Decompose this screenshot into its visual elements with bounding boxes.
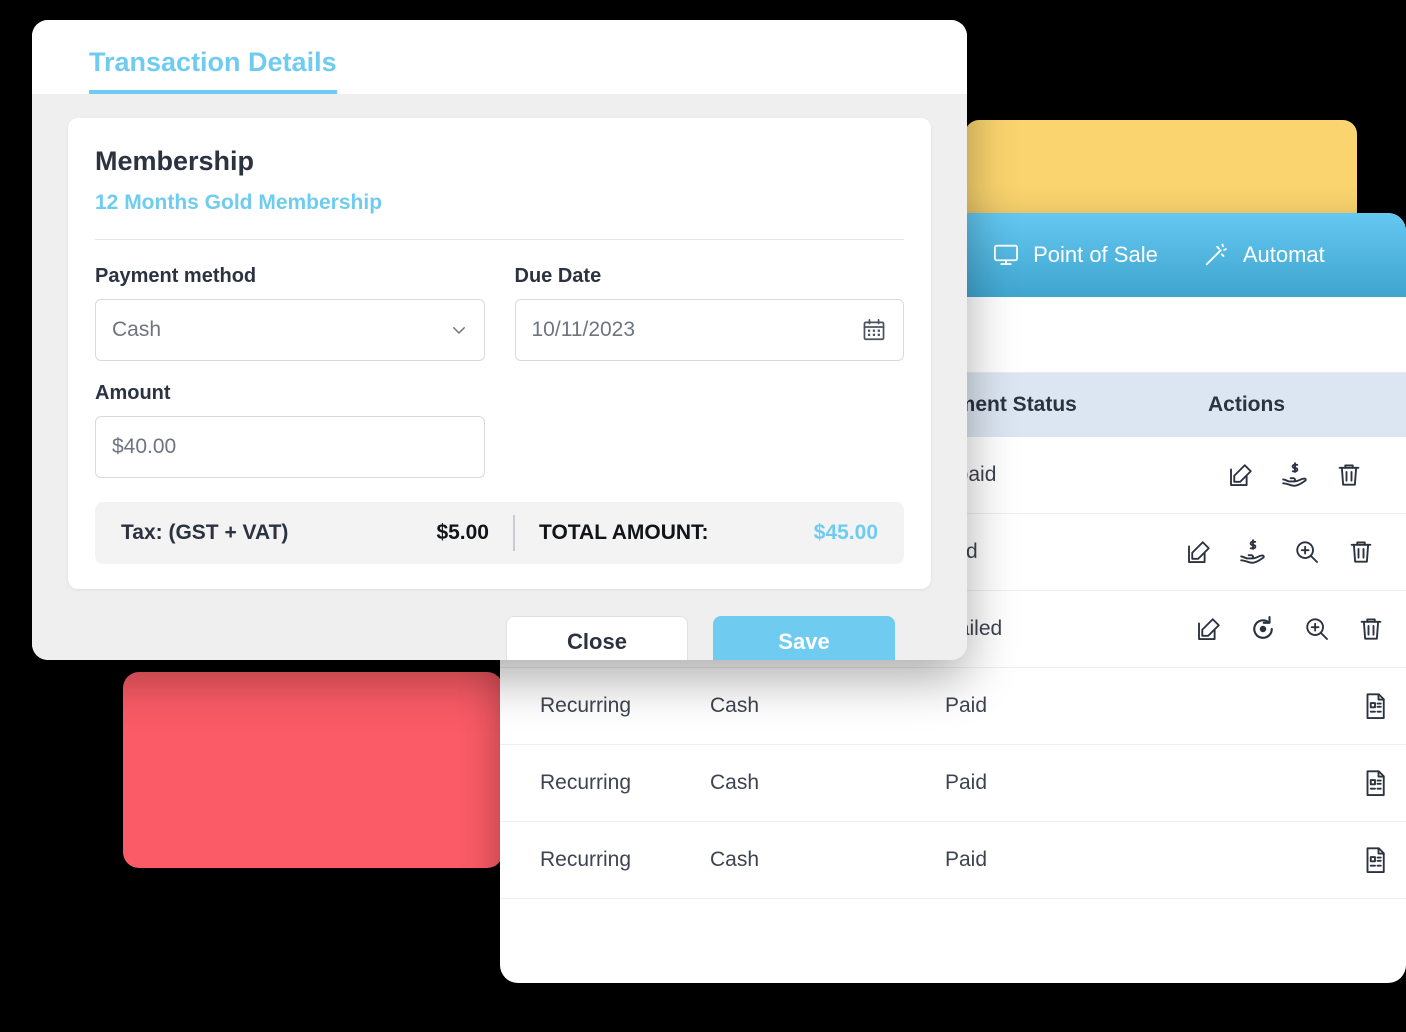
trash-icon[interactable] bbox=[1334, 460, 1364, 490]
decor-card-yellow bbox=[965, 120, 1357, 225]
edit-icon[interactable] bbox=[1184, 537, 1214, 567]
chevron-down-icon bbox=[450, 321, 468, 339]
membership-panel: Membership 12 Months Gold Membership Pay… bbox=[68, 118, 931, 589]
hand-dollar-icon[interactable] bbox=[1280, 460, 1310, 490]
invoice-icon[interactable] bbox=[1360, 845, 1390, 875]
cell-actions bbox=[1180, 614, 1382, 644]
edit-icon[interactable] bbox=[1194, 614, 1224, 644]
invoice-icon[interactable] bbox=[1360, 768, 1390, 798]
panel-heading: Membership bbox=[95, 146, 255, 176]
field-grid-row-1: Payment method Cash Due Date 10/11/2023 bbox=[95, 265, 904, 361]
magic-wand-icon bbox=[1202, 241, 1230, 269]
cell-status: Paid bbox=[945, 771, 988, 794]
edit-icon[interactable] bbox=[1226, 460, 1256, 490]
payment-method-label: Payment method bbox=[95, 265, 257, 287]
cell-method: Cash bbox=[710, 848, 760, 871]
field-due-date: Due Date 10/11/2023 bbox=[514, 265, 904, 361]
tax-value: $5.00 bbox=[436, 521, 489, 544]
decor-card-red bbox=[123, 672, 503, 868]
amount-input[interactable]: $40.00 bbox=[95, 416, 485, 478]
payment-method-select[interactable]: Cash bbox=[95, 299, 485, 361]
panel-subheading[interactable]: 12 Months Gold Membership bbox=[95, 191, 904, 240]
cell-status: Paid bbox=[945, 848, 988, 871]
field-spacer bbox=[515, 382, 905, 478]
field-grid-row-2: Amount $40.00 bbox=[95, 382, 904, 478]
cell-method: Cash bbox=[710, 771, 760, 794]
cell-status: npaid bbox=[945, 463, 997, 486]
amount-value: $40.00 bbox=[112, 435, 177, 458]
monitor-icon bbox=[992, 241, 1020, 269]
nav-item-label: Automat bbox=[1242, 242, 1325, 267]
column-header-payment-status: yment Status bbox=[945, 393, 1077, 416]
amount-label: Amount bbox=[95, 382, 171, 404]
summary-bar: Tax: (GST + VAT) $5.00 TOTAL AMOUNT: $45… bbox=[95, 502, 904, 564]
calendar-icon[interactable] bbox=[861, 317, 887, 343]
due-date-label: Due Date bbox=[514, 265, 602, 287]
cell-actions bbox=[1180, 691, 1385, 721]
save-button[interactable]: Save bbox=[713, 616, 895, 660]
total-amount-label: TOTAL AMOUNT: bbox=[539, 521, 709, 544]
retry-icon[interactable] bbox=[1248, 614, 1278, 644]
nav-item-point-of-sale[interactable]: Point of Sale bbox=[992, 241, 1158, 269]
nav-item-label: Point of Sale bbox=[1033, 242, 1158, 267]
summary-divider bbox=[513, 515, 515, 551]
zoom-in-icon[interactable] bbox=[1302, 614, 1332, 644]
screenshot-stage: aff Point of Sale bbox=[0, 0, 1406, 1032]
page-title: Transaction Details bbox=[89, 47, 337, 94]
due-date-input[interactable]: 10/11/2023 bbox=[514, 299, 904, 361]
field-amount: Amount $40.00 bbox=[95, 382, 485, 478]
field-payment-method: Payment method Cash bbox=[95, 265, 485, 361]
modal-actions: Close Save bbox=[68, 589, 931, 660]
cell-status: Paid bbox=[945, 694, 988, 717]
table-row[interactable]: Recurring Cash Paid bbox=[500, 745, 1406, 822]
cell-actions bbox=[1180, 537, 1380, 567]
nav-item-automation[interactable]: Automat bbox=[1202, 241, 1325, 269]
total-amount-value: $45.00 bbox=[813, 521, 878, 544]
cell-status: iled bbox=[945, 540, 1180, 564]
close-button[interactable]: Close bbox=[506, 616, 688, 660]
cell-method: Cash bbox=[710, 694, 760, 717]
due-date-value: 10/11/2023 bbox=[531, 318, 636, 341]
transaction-details-modal: Transaction Details Membership 12 Months… bbox=[32, 20, 967, 660]
hand-dollar-icon[interactable] bbox=[1238, 537, 1268, 567]
zoom-in-icon[interactable] bbox=[1292, 537, 1322, 567]
modal-body: Membership 12 Months Gold Membership Pay… bbox=[32, 94, 967, 660]
trash-icon[interactable] bbox=[1356, 614, 1386, 644]
modal-header: Transaction Details bbox=[32, 20, 967, 94]
cell-type: Recurring bbox=[540, 694, 632, 717]
tax-label: Tax: (GST + VAT) bbox=[121, 521, 289, 544]
cell-actions bbox=[1180, 768, 1385, 798]
cell-actions bbox=[1180, 460, 1380, 490]
cell-type: Recurring bbox=[540, 848, 632, 871]
table-row[interactable]: Recurring Cash Paid bbox=[500, 822, 1406, 899]
cell-type: Recurring bbox=[540, 771, 632, 794]
invoice-icon[interactable] bbox=[1360, 691, 1390, 721]
trash-icon[interactable] bbox=[1346, 537, 1376, 567]
cell-actions bbox=[1180, 845, 1385, 875]
cell-status: Failed bbox=[945, 617, 1003, 640]
column-header-actions: Actions bbox=[1208, 393, 1286, 416]
payment-method-value: Cash bbox=[112, 318, 162, 341]
table-row[interactable]: Recurring Cash Paid bbox=[500, 668, 1406, 745]
